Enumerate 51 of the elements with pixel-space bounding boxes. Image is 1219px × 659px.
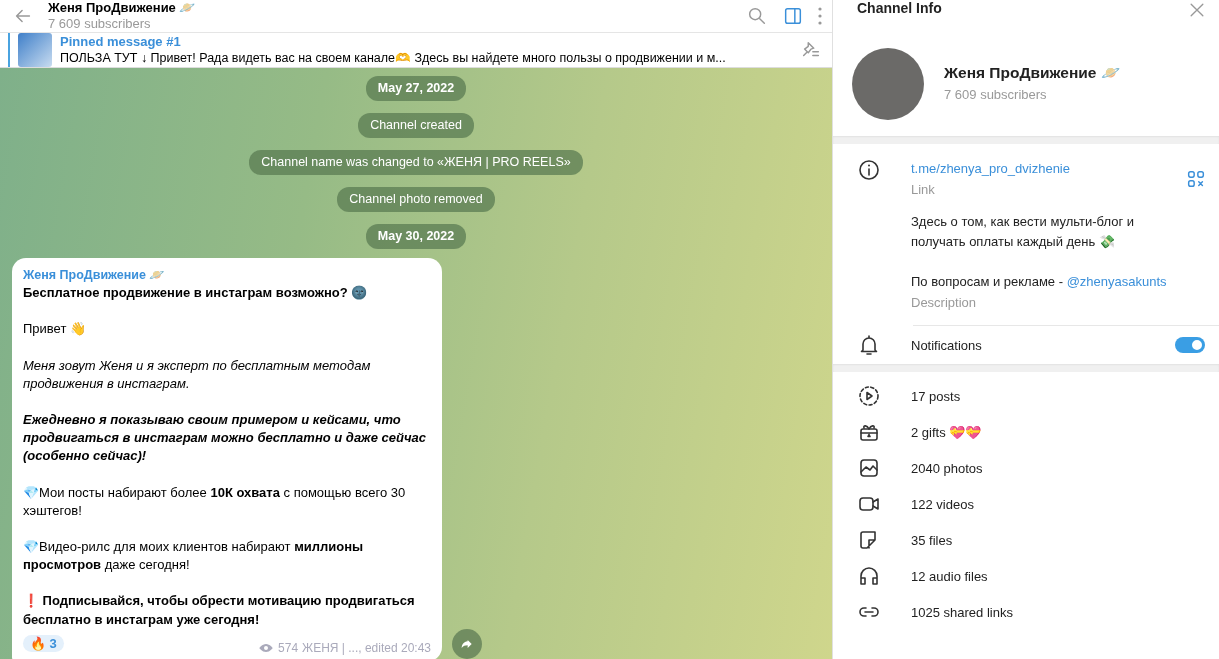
panel-title: Channel Info bbox=[857, 0, 942, 16]
date-badge: May 27, 2022 bbox=[365, 76, 467, 101]
side-panel-icon bbox=[782, 5, 804, 27]
qr-code-icon bbox=[1185, 168, 1207, 190]
service-message: Channel photo removed bbox=[337, 187, 495, 212]
play-circle-icon bbox=[857, 384, 881, 408]
description-label: Description bbox=[911, 294, 978, 312]
message-author: Женя ПроДвижение 🪐 bbox=[23, 267, 167, 284]
media-count-item[interactable]: 12 audio files bbox=[911, 568, 988, 584]
mention-link[interactable]: @zhenyasakunts bbox=[1066, 274, 1167, 289]
message-signature: ЖЕНЯ | ..., edited 20:43 bbox=[302, 639, 431, 657]
media-count-item[interactable]: 35 files bbox=[911, 532, 953, 548]
photo-placeholder bbox=[18, 33, 52, 67]
pinned-text: ПОЛЬЗА ТУТ ↓ Привет! Рада видеть вас на своем канале🫶 Здесь вы найдете много пользы о продвижении и м... bbox=[60, 50, 727, 67]
media-count-item[interactable]: 1025 shared links bbox=[911, 604, 1013, 620]
link-label: Link bbox=[911, 181, 936, 199]
search-icon bbox=[746, 5, 768, 27]
message-paragraph: 💎Мои посты набирают более 10К охвата с помощью всего 30 хэштегов! bbox=[23, 483, 407, 520]
subscriber-count: 7 609 subscribers bbox=[48, 16, 152, 32]
notifications-toggle[interactable] bbox=[1175, 337, 1205, 353]
subscriber-count: 7 609 subscribers bbox=[944, 86, 1048, 104]
message-paragraph: Ежедневно я показываю своим примером и кейсами, что продвигаться в инстаграм можно бесплатно и даже сейчас (особенно сейчас)! bbox=[23, 411, 427, 466]
message-paragraph: Привет 👋 bbox=[23, 320, 87, 339]
media-count-item[interactable]: 2040 photos bbox=[911, 460, 983, 476]
date-badge: May 30, 2022 bbox=[365, 224, 467, 249]
message-paragraph: ❗ Подписывайся, чтобы обрести мотивацию продвигаться бесплатно в инстаграм уже сегодня! bbox=[23, 592, 416, 629]
message-paragraph: Бесплатное продвижение в инстаграм возможно? 🌚 bbox=[23, 284, 369, 303]
channel-name: Женя ПроДвижение 🪐 bbox=[944, 63, 1121, 83]
channel-title: Женя ПроДвижение 🪐 bbox=[48, 0, 197, 16]
service-message: Channel name was changed to «ЖЕНЯ | PRO REELS» bbox=[249, 150, 583, 175]
qr-code-button[interactable] bbox=[1185, 168, 1207, 190]
pinned-message-bar[interactable]: Pinned message #1 ПОЛЬЗА ТУТ ↓ Привет! Рада видеть вас на своем канале🫶 Здесь вы найдете много пользы о продвижении и м... bbox=[0, 33, 832, 68]
media-count-item[interactable]: 17 posts bbox=[911, 388, 961, 404]
more-icon bbox=[818, 7, 822, 25]
view-count: 574 bbox=[278, 639, 299, 657]
search-button[interactable] bbox=[746, 5, 768, 27]
share-button[interactable] bbox=[452, 629, 482, 659]
info-icon bbox=[857, 158, 881, 182]
headphones-icon bbox=[857, 564, 881, 588]
channel-description: Здесь о том, как вести мульти-блог и получать оплаты каждый день 💸 По вопросам и рекламе - @zhenyasakunts bbox=[911, 213, 1168, 291]
media-count-item[interactable]: 2 gifts 💝💝 bbox=[911, 424, 982, 440]
service-message: Channel created bbox=[358, 113, 474, 138]
pinned-label: Pinned message #1 bbox=[60, 33, 182, 50]
message-paragraph: 💎Видео-рилс для моих клиентов набирают миллионы просмотров даже сегодня! bbox=[23, 538, 365, 575]
media-count-item[interactable]: 122 videos bbox=[911, 496, 974, 512]
side-panel-button[interactable] bbox=[782, 5, 804, 27]
photo-icon bbox=[857, 456, 881, 480]
message-paragraph: Меня зовут Женя и я эксперт по бесплатным методам продвижения в инстаграм. bbox=[23, 356, 372, 393]
channel-link[interactable]: t.me/zhenya_pro_dvizhenie bbox=[911, 158, 1185, 179]
more-button[interactable] bbox=[818, 7, 822, 25]
notifications-label: Notifications bbox=[911, 337, 983, 353]
